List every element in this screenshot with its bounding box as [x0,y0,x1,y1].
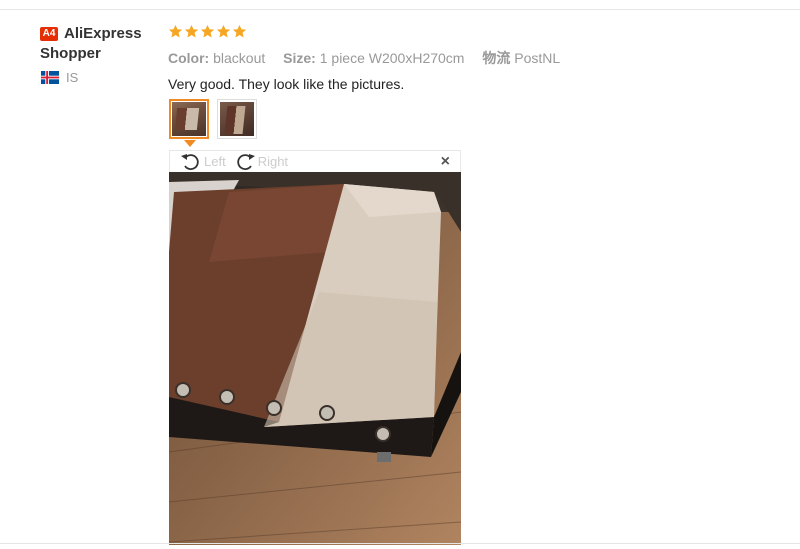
level-badge: A4 [40,27,58,41]
review-photo-thumbnail-1[interactable] [169,99,209,139]
viewer-toolbar: Left Right × [169,150,461,172]
shipping-label: 物流 [482,50,511,66]
reviewer-country: IS [40,70,165,85]
iceland-flag-icon [40,71,60,84]
rotate-right-label: Right [257,154,289,169]
bed-photo-image [169,172,461,545]
size-value: 1 piece W200xH270cm [319,50,465,66]
top-divider [0,9,800,10]
rotate-right-icon [237,153,255,170]
color-value: blackout [213,50,266,66]
size-label: Size: [283,50,316,66]
shipping-value: PostNL [514,50,561,66]
star-icon [168,24,183,38]
review-photo-thumbnail-2[interactable] [217,99,257,139]
order-info: Color: blackout Size: 1 piece W200xH270c… [168,48,788,68]
rotate-right-button[interactable]: Right [234,152,288,172]
review-body: Color: blackout Size: 1 piece W200xH270c… [168,24,788,92]
reviewer-info: A4 AliExpress Shopper IS [40,24,165,85]
close-viewer-button[interactable]: × [441,153,450,171]
review-photo-large [169,172,461,545]
star-icon [184,24,199,38]
star-icon [216,24,231,38]
close-icon: × [440,153,450,170]
photo-viewer: Left Right × [169,150,461,545]
rotate-left-button[interactable]: Left [180,152,226,172]
review-text: Very good. They look like the pictures. [168,76,405,92]
star-icon [232,24,247,38]
star-icon [200,24,215,38]
rotate-left-icon [181,153,199,170]
reviewer-name-row: A4 AliExpress Shopper [40,24,165,64]
photo-thumbnails [169,99,257,139]
active-thumbnail-pointer [184,140,196,147]
bottom-divider [0,543,800,544]
rotate-left-label: Left [204,154,226,169]
color-label: Color: [168,50,210,66]
country-code: IS [66,70,79,85]
rating-stars [168,24,788,42]
